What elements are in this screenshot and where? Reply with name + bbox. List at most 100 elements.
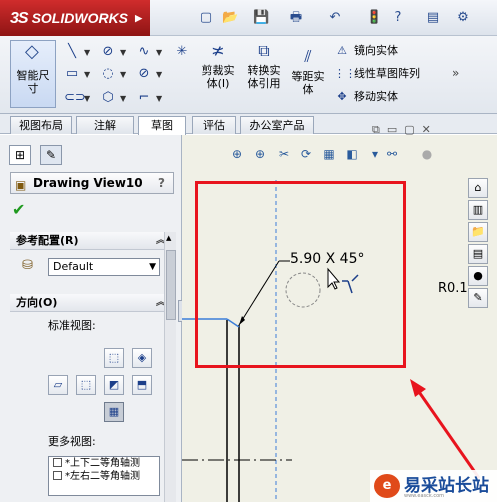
property-manager-header: ▣ Drawing View10 ? xyxy=(10,172,174,194)
fillet-icon[interactable]: ⌐ xyxy=(136,90,152,106)
right-view-button[interactable]: ◩ xyxy=(104,375,124,395)
isometric-view-icon: ◈ xyxy=(137,351,147,364)
custom-properties-icon[interactable]: ✎ xyxy=(468,288,488,308)
appearance-icon[interactable]: ● xyxy=(420,147,434,161)
appearances-icon[interactable]: ● xyxy=(468,266,488,286)
more-views-label: 更多视图: xyxy=(48,435,96,448)
chevron-down-icon[interactable]: ▼ xyxy=(156,48,162,57)
annotation-arrowhead xyxy=(410,379,426,397)
line-icon[interactable]: ╲ xyxy=(64,44,80,60)
help-icon[interactable]: ? xyxy=(390,10,406,26)
property-icon: ✎ xyxy=(45,148,57,162)
trim-label: 剪裁实 体(I) xyxy=(201,64,235,90)
chevron-down-icon[interactable]: ▼ xyxy=(120,48,126,57)
open-folder-icon[interactable]: 📂 xyxy=(222,10,238,26)
checkbox[interactable] xyxy=(53,471,62,480)
checkbox[interactable] xyxy=(53,458,62,467)
back-view-icon: ⬒ xyxy=(136,378,148,391)
options-icon[interactable]: ⚙ xyxy=(455,10,471,26)
tab-1[interactable]: 视图布局 xyxy=(10,116,72,134)
convert-label: 转换实 体引用 xyxy=(247,64,281,90)
chevron-down-icon[interactable]: ▼ xyxy=(120,94,126,103)
ribbon-more-chevron[interactable]: » xyxy=(452,66,459,80)
configuration-select[interactable]: Default ▼ xyxy=(48,258,160,276)
pan-icon[interactable]: ✂ xyxy=(277,147,291,161)
convert-entities-button[interactable]: ⧉ 转换实 体引用 xyxy=(242,41,286,91)
polygon-circle-icon[interactable]: ◌ xyxy=(100,66,116,82)
back-view-button[interactable]: ⬒ xyxy=(132,375,152,395)
linear-pattern-button[interactable]: ⋮⋮线性草图阵列 xyxy=(334,65,444,83)
offset-label: 等距实 体 xyxy=(291,70,325,96)
drawing-view-icon: ▣ xyxy=(15,178,27,192)
point-icon[interactable]: ✳ xyxy=(174,44,190,60)
tab-3[interactable]: 草图 xyxy=(138,116,186,135)
chevron-down-icon[interactable]: ▼ xyxy=(156,70,162,79)
reference-configuration-group-header[interactable]: 参考配置(R) ︽ xyxy=(10,232,174,250)
more-view-item[interactable]: *左右二等角轴测 xyxy=(49,470,159,483)
current-view-icon: ▦ xyxy=(108,405,120,418)
rotate-icon[interactable]: ⟳ xyxy=(299,147,313,161)
spline-icon[interactable]: ∿ xyxy=(136,44,152,60)
help-button[interactable]: ? xyxy=(158,173,165,193)
front-view-button[interactable]: ⬚ xyxy=(104,348,124,368)
highlight-box xyxy=(195,181,406,368)
radius-dimension-text[interactable]: R0.1 xyxy=(438,281,468,296)
undo-icon[interactable]: ↶ xyxy=(327,10,343,26)
standard-views-label: 标准视图: xyxy=(48,319,96,332)
view-palette-icon[interactable]: ▤ xyxy=(468,244,488,264)
ok-checkmark-button[interactable]: ✔ xyxy=(12,200,25,219)
resources-icon[interactable]: ⌂ xyxy=(468,178,488,198)
tab-5[interactable]: 办公室产品 xyxy=(240,116,314,134)
circle-icon[interactable]: ⊘ xyxy=(100,44,116,60)
chevron-down-icon[interactable]: ▼ xyxy=(84,48,90,57)
zoom-area-icon[interactable]: ⊕ xyxy=(253,147,267,161)
chevron-down-icon[interactable]: ▼ xyxy=(120,70,126,79)
property-panel-scrollbar[interactable]: ▲ xyxy=(164,232,176,502)
file-properties-icon[interactable]: ▤ xyxy=(425,10,441,26)
new-document-icon[interactable]: ▢ xyxy=(198,10,214,26)
sheet-icon[interactable]: ▦ xyxy=(322,147,336,161)
hide-show-icon[interactable]: ⚯ xyxy=(385,147,399,161)
move-entities-button[interactable]: ✥ 移动实体 xyxy=(334,88,444,106)
polygon-icon[interactable]: ⬡ xyxy=(100,90,116,106)
move-entities-icon: ✥ xyxy=(337,90,347,103)
chamfer-dimension-text[interactable]: 5.90 X 45° xyxy=(290,251,364,267)
chevron-down-icon: ▼ xyxy=(149,262,156,272)
chevron-down-icon[interactable]: ▼ xyxy=(84,70,90,79)
property-manager-tab-button[interactable]: ✎ xyxy=(40,145,62,165)
design-library-icon[interactable]: ▥ xyxy=(468,200,488,220)
view-orientation-icon[interactable]: ▾ xyxy=(368,147,382,161)
ribbon-list-label: 镜向实体 xyxy=(354,44,398,57)
rebuild-icon[interactable]: 🚦 xyxy=(366,10,382,26)
solidworks-logo[interactable]: 3S SOLIDWORKS ▶ xyxy=(0,0,150,36)
feature-manager-tab-button[interactable]: ⊞ xyxy=(9,145,31,165)
annotation-arrow-line xyxy=(415,388,481,479)
top-view-button[interactable]: ⬚ xyxy=(76,375,96,395)
tab-2[interactable]: 注解 xyxy=(76,116,134,134)
smart-dimension-button[interactable]: ◇ 智能尺 寸 xyxy=(10,40,56,108)
print-icon[interactable]: 🖶 xyxy=(288,10,304,26)
orientation-group-header[interactable]: 方向(O) ︽ xyxy=(10,294,174,312)
isometric-view-button[interactable]: ◈ xyxy=(132,348,152,368)
left-view-button[interactable]: ▱ xyxy=(48,375,68,395)
slot-icon[interactable]: ⊂⊃ xyxy=(64,90,86,106)
chevron-down-icon[interactable]: ▼ xyxy=(84,94,90,103)
save-icon[interactable]: 💾 xyxy=(253,10,269,26)
convert-entities-icon: ⧉ xyxy=(258,41,270,60)
trim-entities-button[interactable]: ≭ 剪裁实 体(I) xyxy=(196,43,240,91)
chevron-down-icon[interactable]: ▼ xyxy=(156,94,162,103)
scroll-up-icon[interactable]: ▲ xyxy=(166,234,171,242)
more-view-item[interactable]: *上下二等角轴测 xyxy=(49,457,159,470)
smart-dimension-icon: ◇ xyxy=(25,41,39,62)
mirror-button[interactable]: ⚠ 镜向实体 xyxy=(334,42,444,60)
rectangle-icon[interactable]: ▭ xyxy=(64,66,80,82)
display-style-icon[interactable]: ◧ xyxy=(345,147,359,161)
ellipse-icon[interactable]: ⊘ xyxy=(136,66,152,82)
offset-entities-button[interactable]: ⫽ 等距实 体 xyxy=(288,49,328,97)
scrollbar-thumb[interactable] xyxy=(166,250,176,320)
zoom-to-fit-icon[interactable]: ⊕ xyxy=(230,147,244,161)
current-view-button[interactable]: ▦ xyxy=(104,402,124,422)
tab-4[interactable]: 评估 xyxy=(192,116,236,134)
watermark-logo-icon: e xyxy=(374,474,400,498)
file-explorer-icon[interactable]: 📁 xyxy=(468,222,488,242)
